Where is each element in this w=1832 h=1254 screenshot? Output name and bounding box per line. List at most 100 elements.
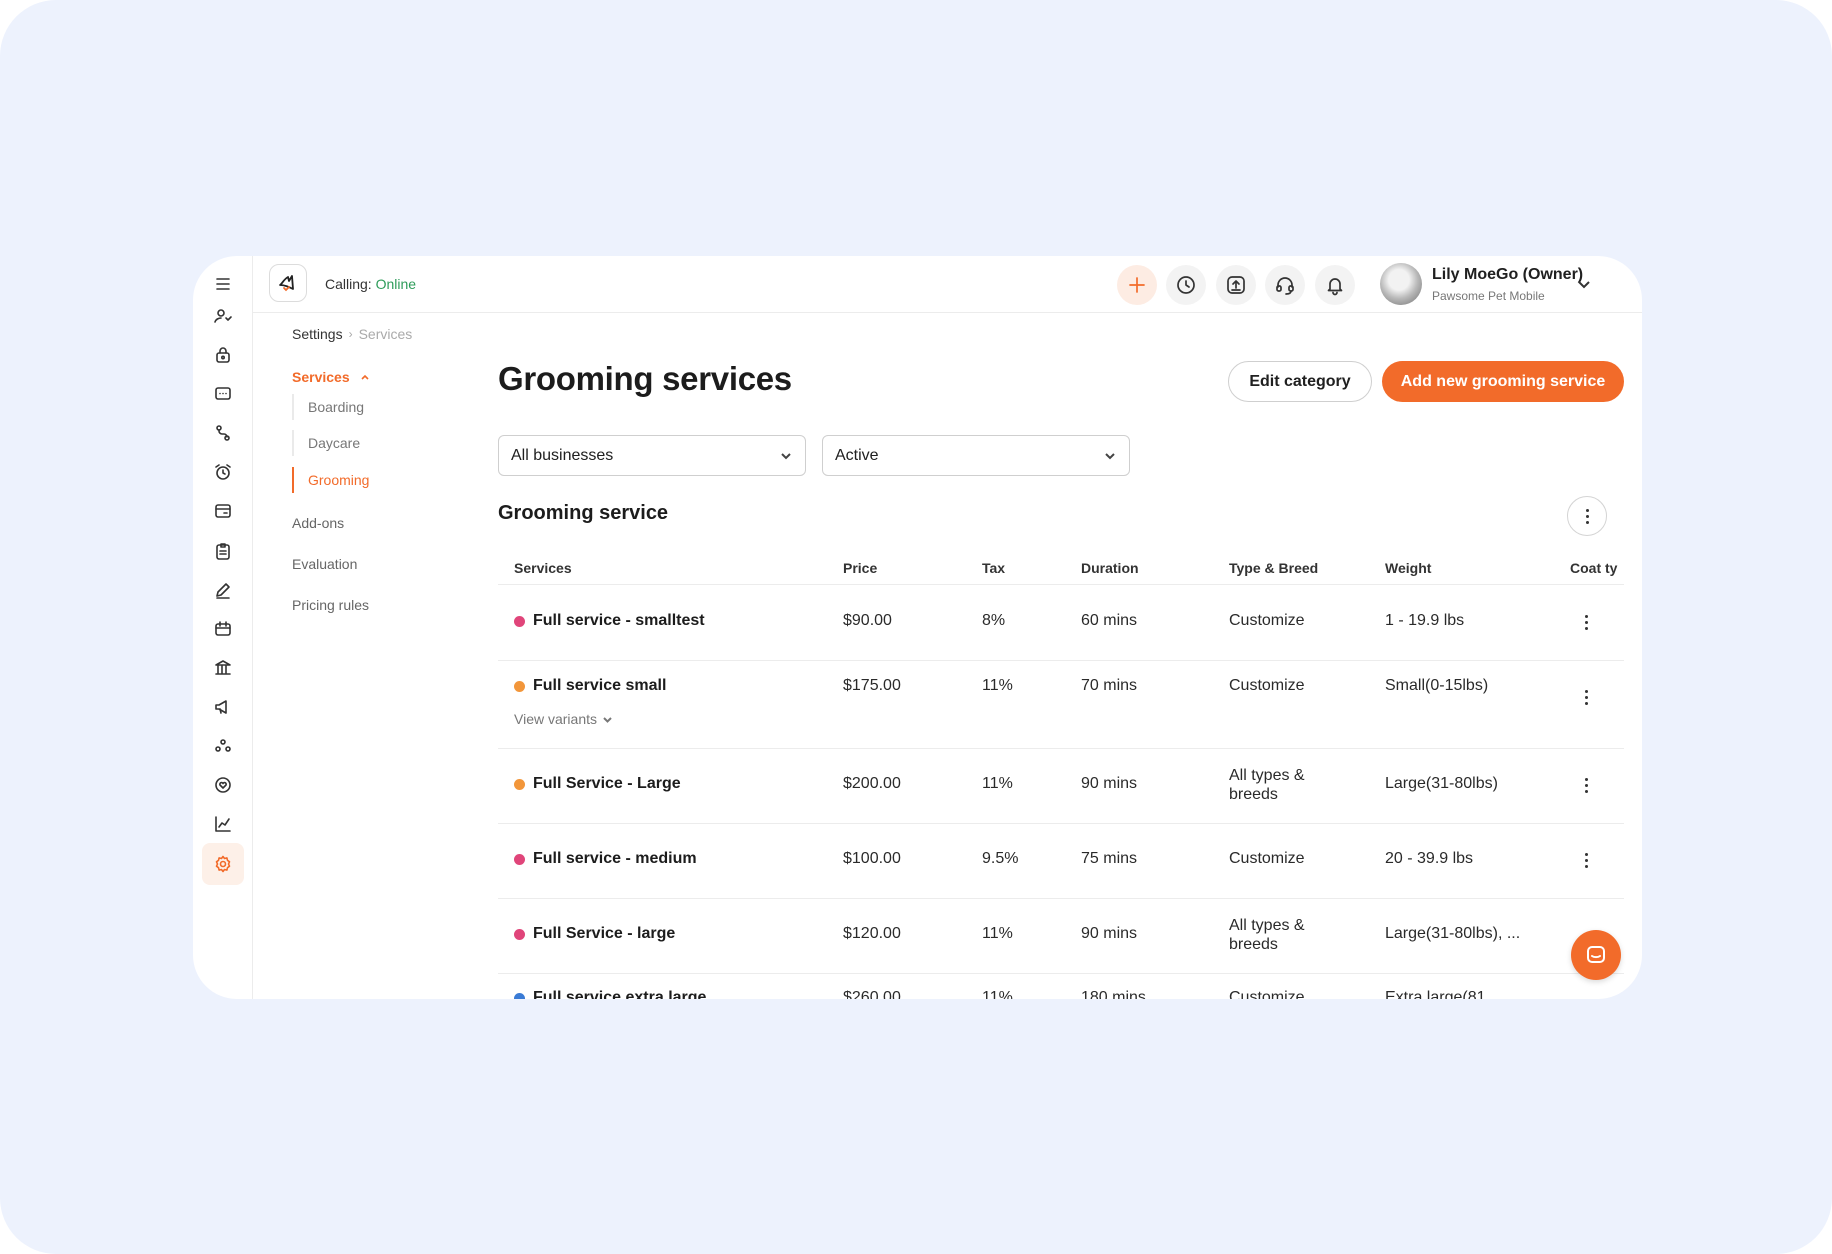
- breadcrumb: Settings › Services: [292, 326, 412, 342]
- app-window: Calling: Online Lily MoeGo (Owner) Pawso…: [193, 256, 1642, 999]
- calendar-icon[interactable]: [206, 612, 240, 646]
- service-price: $175.00: [843, 677, 901, 694]
- service-price: $100.00: [843, 850, 901, 867]
- section-title: Grooming service: [498, 502, 669, 524]
- service-tax: 8%: [982, 612, 1006, 629]
- chevron-down-icon: [603, 716, 612, 723]
- clipboard-icon[interactable]: [206, 534, 240, 568]
- service-type-breed: Customize: [1229, 850, 1305, 867]
- chat-icon[interactable]: [206, 377, 240, 411]
- row-divider: [498, 898, 1624, 899]
- col-coat-type: Coat ty: [1570, 560, 1618, 576]
- row-divider: [498, 823, 1624, 824]
- heart-icon[interactable]: [206, 768, 240, 802]
- service-tax: 9.5%: [982, 850, 1019, 867]
- clock-icon[interactable]: [1166, 265, 1206, 305]
- service-duration: 180 mins: [1081, 989, 1146, 999]
- service-type-breed: Customize: [1229, 612, 1305, 629]
- calling-label: Calling:: [325, 276, 372, 292]
- chart-icon[interactable]: [206, 807, 240, 841]
- table-row-name[interactable]: Full service extra large: [514, 989, 706, 999]
- breadcrumb-settings[interactable]: Settings: [292, 326, 343, 342]
- header-divider: [498, 584, 1624, 585]
- edit-category-button[interactable]: Edit category: [1228, 361, 1372, 402]
- route-icon[interactable]: [206, 416, 240, 450]
- service-name: Full service small: [533, 677, 667, 694]
- service-tax: 11%: [982, 925, 1013, 942]
- nav-addons[interactable]: Add-ons: [292, 515, 344, 531]
- row-more-icon[interactable]: [1574, 773, 1598, 797]
- chevron-up-icon: [360, 374, 369, 380]
- service-type-breed: Customize: [1229, 989, 1305, 999]
- service-weight: 20 - 39.9 lbs: [1385, 850, 1474, 867]
- app-logo[interactable]: [269, 264, 307, 302]
- bell-icon[interactable]: [1315, 265, 1355, 305]
- color-dot: [514, 615, 525, 627]
- service-name: Full service - medium: [533, 850, 697, 867]
- service-weight: Large(31-80lbs): [1385, 775, 1498, 792]
- service-type-breed: All types & breeds: [1229, 917, 1305, 953]
- chevron-down-icon[interactable]: [1576, 276, 1592, 292]
- col-duration: Duration: [1081, 560, 1139, 576]
- gear-icon[interactable]: [202, 843, 244, 885]
- service-weight: Small(0-15lbs): [1385, 677, 1489, 694]
- upload-icon[interactable]: [1216, 265, 1256, 305]
- col-weight: Weight: [1385, 560, 1432, 576]
- view-variants-label: View variants: [514, 711, 598, 727]
- row-more-icon[interactable]: [1574, 610, 1598, 634]
- nav-services[interactable]: Services: [292, 369, 370, 385]
- megaphone-icon[interactable]: [206, 690, 240, 724]
- nav-pricing-rules[interactable]: Pricing rules: [292, 597, 369, 613]
- col-price: Price: [843, 560, 878, 576]
- table-row-name[interactable]: Full service - smalltest: [514, 612, 705, 630]
- clients-icon[interactable]: [206, 299, 240, 333]
- payroll-icon[interactable]: [206, 494, 240, 528]
- table-row-name[interactable]: Full service - medium: [514, 850, 697, 868]
- view-variants-link[interactable]: View variants: [514, 711, 613, 727]
- service-duration: 60 mins: [1081, 612, 1138, 629]
- online-status: Online: [375, 276, 417, 292]
- bank-icon[interactable]: [206, 651, 240, 685]
- business-filter-select[interactable]: All businesses: [498, 435, 806, 476]
- service-weight: 1 - 19.9 lbs: [1385, 612, 1465, 629]
- pen-icon[interactable]: [206, 573, 240, 607]
- row-more-icon[interactable]: [1574, 848, 1598, 872]
- lock-icon[interactable]: [206, 338, 240, 372]
- service-duration: 90 mins: [1081, 925, 1138, 942]
- top-bar: Calling: Online Lily MoeGo (Owner) Pawso…: [253, 256, 1642, 313]
- nav-grooming[interactable]: Grooming: [292, 467, 369, 493]
- service-tax: 11%: [982, 677, 1013, 694]
- plus-icon[interactable]: [1117, 265, 1157, 305]
- menu-icon[interactable]: [206, 267, 240, 301]
- headset-icon[interactable]: [1265, 265, 1305, 305]
- col-type-breed: Type & Breed: [1229, 560, 1319, 576]
- nav-boarding[interactable]: Boarding: [292, 394, 364, 420]
- table-row-name[interactable]: Full service small: [514, 677, 666, 695]
- col-services: Services: [514, 560, 572, 576]
- row-divider: [498, 748, 1624, 749]
- add-grooming-service-button[interactable]: Add new grooming service: [1382, 361, 1624, 402]
- table-row-name[interactable]: Full Service - Large: [514, 775, 681, 793]
- messenger-icon[interactable]: [1571, 930, 1621, 980]
- row-divider: [498, 660, 1624, 661]
- more-options-icon[interactable]: [1567, 496, 1607, 536]
- alarm-icon[interactable]: [206, 455, 240, 489]
- nav-daycare[interactable]: Daycare: [292, 430, 360, 456]
- user-name[interactable]: Lily MoeGo (Owner): [1432, 266, 1583, 284]
- status-filter-select[interactable]: Active: [822, 435, 1130, 476]
- dog-logo-icon: [279, 275, 294, 292]
- business-name: Pawsome Pet Mobile: [1432, 289, 1545, 303]
- service-name: Full service - smalltest: [533, 612, 705, 629]
- page-title: Grooming services: [498, 360, 792, 397]
- service-price: $260.00: [843, 989, 901, 999]
- nav-evaluation[interactable]: Evaluation: [292, 556, 357, 572]
- chevron-right-icon: ›: [348, 327, 353, 341]
- table-row-name[interactable]: Full Service - large: [514, 925, 675, 943]
- row-more-icon[interactable]: [1574, 685, 1598, 709]
- business-filter-value: All businesses: [511, 446, 614, 464]
- service-duration: 90 mins: [1081, 775, 1138, 792]
- avatar[interactable]: [1380, 263, 1422, 305]
- service-weight: Extra large(81: [1385, 989, 1486, 999]
- team-icon[interactable]: [206, 729, 240, 763]
- row-divider: [498, 973, 1624, 974]
